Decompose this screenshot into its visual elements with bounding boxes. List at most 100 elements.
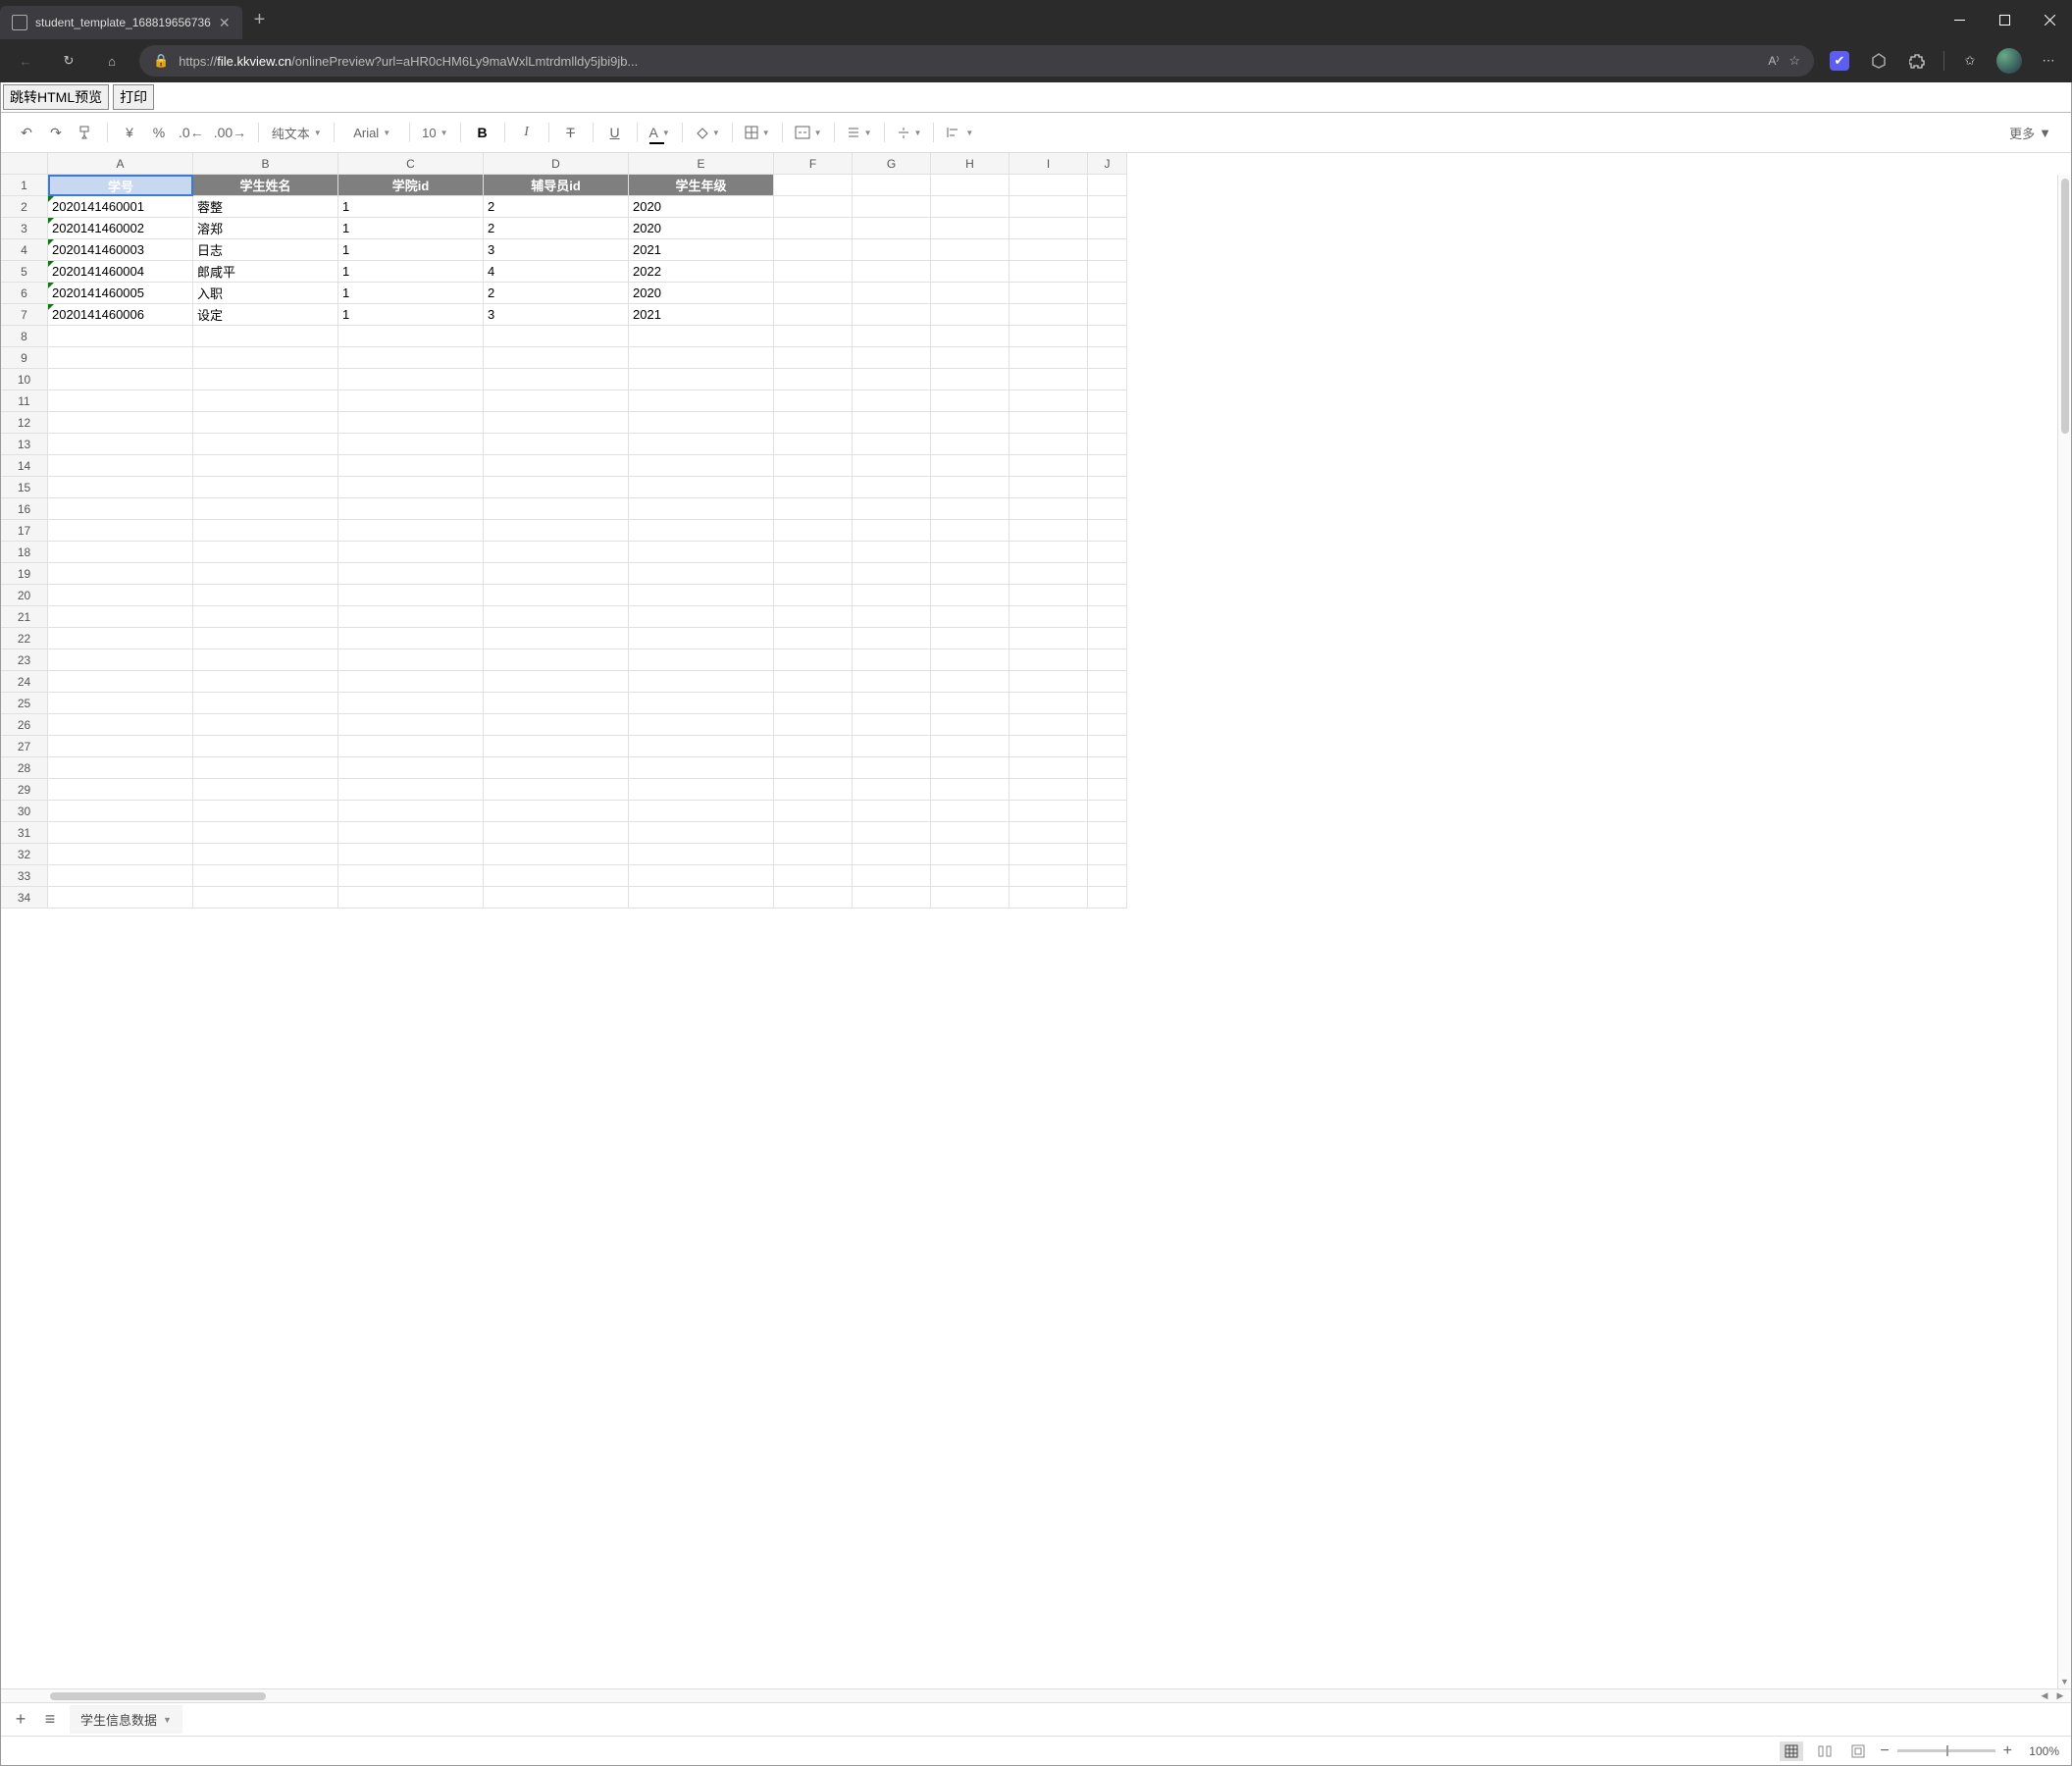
cell[interactable]	[774, 649, 853, 671]
cell[interactable]	[48, 649, 193, 671]
profile-avatar[interactable]	[1995, 47, 2023, 75]
cell[interactable]	[1088, 649, 1127, 671]
cell[interactable]	[1010, 649, 1088, 671]
extensions-button[interactable]	[1904, 47, 1932, 75]
cell[interactable]	[48, 563, 193, 585]
cell[interactable]	[629, 412, 774, 434]
vertical-scrollbar[interactable]: ▼	[2057, 175, 2071, 1688]
cell[interactable]	[484, 714, 629, 736]
cell[interactable]	[484, 498, 629, 520]
cell[interactable]	[931, 498, 1010, 520]
favorite-icon[interactable]: ☆	[1788, 53, 1800, 69]
cell[interactable]	[853, 736, 931, 757]
cell[interactable]	[774, 865, 853, 887]
vscroll-thumb[interactable]	[2061, 179, 2069, 434]
cell[interactable]	[931, 520, 1010, 542]
row-header[interactable]: 28	[1, 757, 48, 779]
cell[interactable]	[629, 369, 774, 390]
cell[interactable]	[1010, 283, 1088, 304]
cell[interactable]	[931, 326, 1010, 347]
cell[interactable]	[484, 455, 629, 477]
cell[interactable]	[484, 606, 629, 628]
column-header[interactable]: J	[1088, 153, 1127, 175]
cell[interactable]: 入职	[193, 283, 338, 304]
row-header[interactable]: 21	[1, 606, 48, 628]
column-header[interactable]: E	[629, 153, 774, 175]
cell[interactable]	[774, 369, 853, 390]
row-header[interactable]: 2	[1, 196, 48, 218]
url-input[interactable]: 🔒 https://file.kkview.cn/onlinePreview?u…	[139, 45, 1814, 77]
zoom-slider[interactable]	[1897, 1749, 1995, 1752]
cell[interactable]	[48, 822, 193, 844]
cell[interactable]	[931, 218, 1010, 239]
sheet-menu-caret-icon[interactable]: ▼	[163, 1715, 172, 1725]
cell[interactable]	[48, 865, 193, 887]
cell[interactable]	[629, 455, 774, 477]
cell[interactable]	[1010, 477, 1088, 498]
cell[interactable]	[774, 347, 853, 369]
cell[interactable]	[48, 714, 193, 736]
cell[interactable]	[931, 779, 1010, 801]
cell[interactable]: 2020141460004	[48, 261, 193, 283]
html-preview-button[interactable]: 跳转HTML预览	[3, 84, 109, 110]
cell[interactable]	[1010, 218, 1088, 239]
cell[interactable]	[193, 628, 338, 649]
cell[interactable]	[193, 736, 338, 757]
cell[interactable]	[484, 844, 629, 865]
cell[interactable]	[48, 887, 193, 909]
cell[interactable]	[931, 887, 1010, 909]
cell[interactable]	[931, 822, 1010, 844]
cell[interactable]	[48, 412, 193, 434]
cell[interactable]	[629, 736, 774, 757]
cell[interactable]	[1010, 563, 1088, 585]
cell[interactable]	[853, 757, 931, 779]
cell[interactable]	[931, 283, 1010, 304]
cell[interactable]	[931, 196, 1010, 218]
horizontal-scrollbar[interactable]: ◀ ▶	[1, 1688, 2071, 1702]
row-header[interactable]: 8	[1, 326, 48, 347]
cell[interactable]	[338, 434, 484, 455]
row-header[interactable]: 16	[1, 498, 48, 520]
cell[interactable]	[193, 477, 338, 498]
view-pagebreak-button[interactable]	[1846, 1741, 1870, 1761]
strikethrough-button[interactable]: T	[557, 119, 585, 146]
cell[interactable]	[338, 628, 484, 649]
cell[interactable]: 日志	[193, 239, 338, 261]
cell[interactable]	[193, 822, 338, 844]
cell[interactable]: 1	[338, 283, 484, 304]
cell[interactable]	[484, 390, 629, 412]
cell[interactable]	[629, 887, 774, 909]
cell[interactable]	[629, 714, 774, 736]
cell[interactable]	[1088, 218, 1127, 239]
cell[interactable]	[629, 477, 774, 498]
cell[interactable]	[484, 865, 629, 887]
cell[interactable]	[48, 390, 193, 412]
cell[interactable]	[484, 822, 629, 844]
cell[interactable]	[193, 844, 338, 865]
zoom-in-button[interactable]: +	[2003, 1742, 2012, 1760]
cell[interactable]	[853, 261, 931, 283]
cell[interactable]	[629, 563, 774, 585]
column-header[interactable]: G	[853, 153, 931, 175]
cell[interactable]	[338, 779, 484, 801]
cell[interactable]	[193, 563, 338, 585]
cell[interactable]	[193, 693, 338, 714]
cell[interactable]	[484, 585, 629, 606]
cell[interactable]	[629, 693, 774, 714]
cell[interactable]	[853, 714, 931, 736]
cell[interactable]: 学号	[48, 175, 193, 196]
cell[interactable]	[48, 347, 193, 369]
cell[interactable]	[338, 801, 484, 822]
cell[interactable]	[931, 542, 1010, 563]
row-header[interactable]: 24	[1, 671, 48, 693]
cell[interactable]	[338, 693, 484, 714]
row-header[interactable]: 3	[1, 218, 48, 239]
cell[interactable]	[774, 412, 853, 434]
row-header[interactable]: 30	[1, 801, 48, 822]
row-header[interactable]: 27	[1, 736, 48, 757]
cell[interactable]	[48, 801, 193, 822]
cell[interactable]	[853, 822, 931, 844]
row-header[interactable]: 13	[1, 434, 48, 455]
cell[interactable]	[193, 455, 338, 477]
cell[interactable]	[1088, 801, 1127, 822]
